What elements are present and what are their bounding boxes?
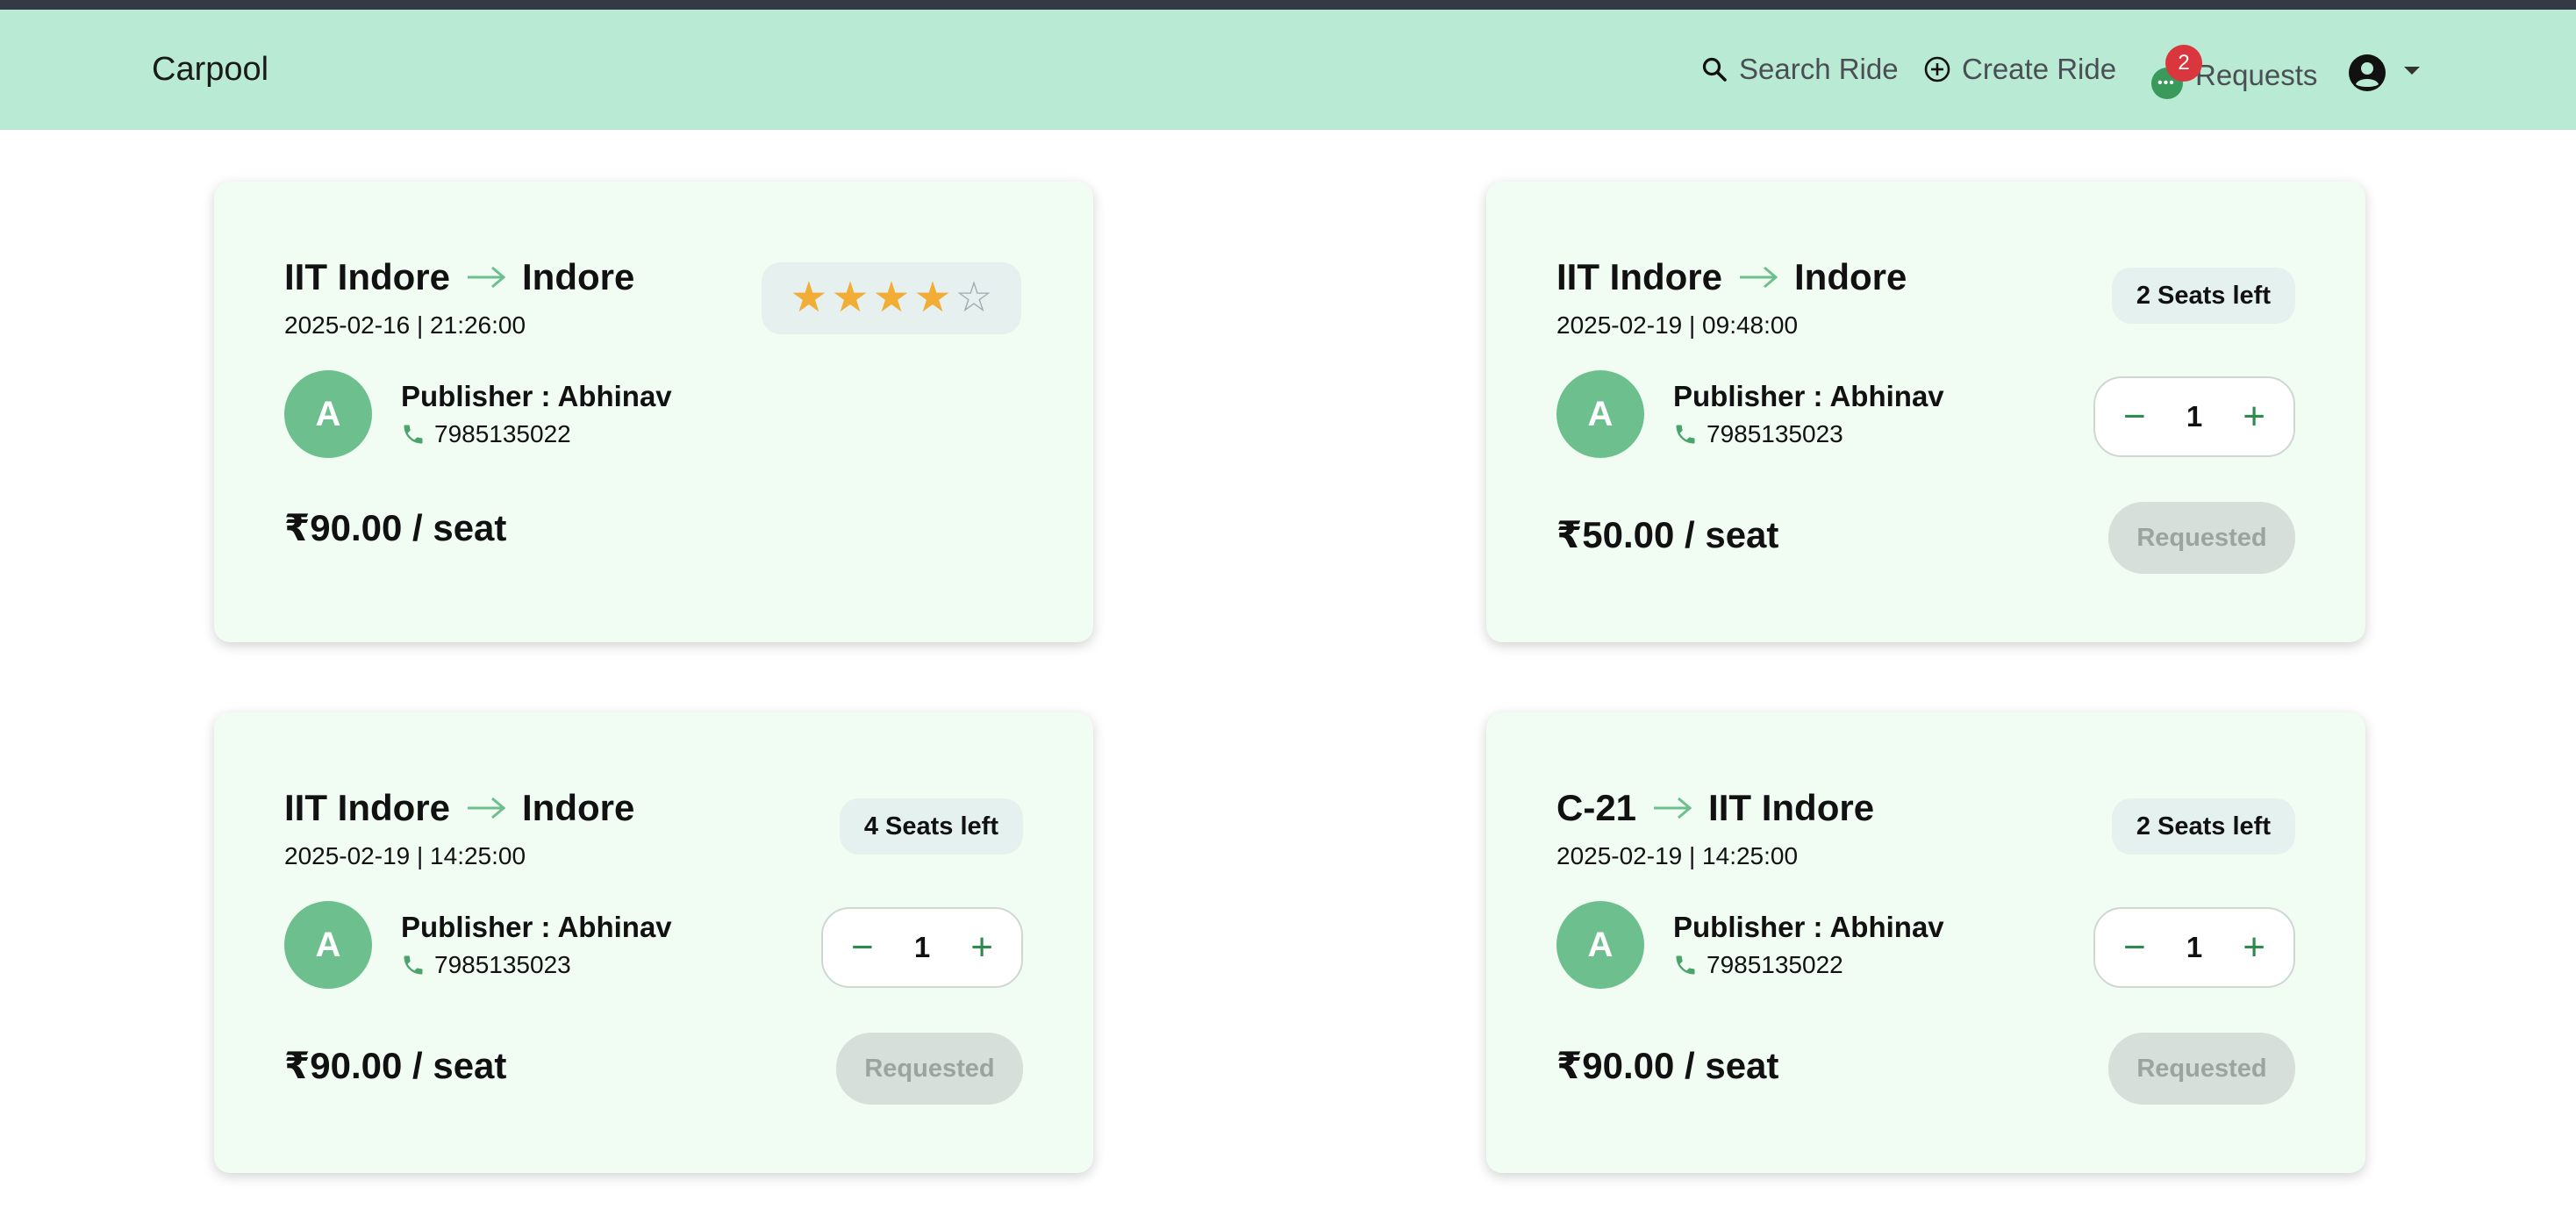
phone-number: 7985135023: [1707, 420, 1843, 447]
ride-route: IIT Indore Indore: [284, 787, 634, 829]
route-from: IIT Indore: [284, 256, 450, 297]
publisher-name: Publisher : Abhinav: [1673, 911, 1944, 943]
seats-left-badge: 2 Seats left: [2111, 798, 2295, 855]
nav-create-ride[interactable]: Create Ride: [1923, 43, 2116, 96]
star-icon: ★: [913, 275, 952, 321]
publisher-name: Publisher : Abhinav: [401, 380, 672, 412]
ride-datetime: 2025-02-19 | 14:25:00: [284, 842, 526, 869]
avatar: A: [284, 901, 372, 989]
account-dropdown[interactable]: [2348, 48, 2420, 97]
plus-circle-icon: [1924, 56, 1950, 82]
ride-price: ₹90.00 / seat: [284, 507, 507, 548]
seat-quantity-value: 1: [2186, 400, 2203, 433]
ride-price: ₹50.00 / seat: [1556, 514, 1779, 555]
route-to: Indore: [522, 787, 635, 828]
nav-requests[interactable]: ••• 2 Requests: [2151, 45, 2318, 102]
star-icon: ★: [790, 275, 828, 321]
requests-count-badge: 2: [2165, 45, 2202, 82]
phone-icon: [404, 425, 423, 444]
navbar: Carpool Search Ride Create Ride ••• 2 Re…: [0, 10, 2576, 130]
user-circle-icon: [2349, 54, 2386, 91]
increment-button[interactable]: +: [2243, 397, 2265, 436]
route-to: Indore: [522, 256, 635, 297]
nav-create-label: Create Ride: [1962, 53, 2117, 85]
arrow-right-icon: [1654, 797, 1692, 819]
phone-number: 7985135022: [1707, 951, 1843, 978]
ride-card: IIT Indore Indore 2025-02-19 | 09:48:00 …: [1486, 182, 2365, 642]
phone-icon: [404, 955, 423, 975]
route-to: Indore: [1794, 256, 1907, 297]
phone-number: 7985135023: [434, 951, 571, 978]
arrow-right-icon: [468, 266, 506, 289]
requested-button[interactable]: Requested: [2108, 502, 2295, 574]
ride-route: IIT Indore Indore: [284, 256, 634, 298]
decrement-button[interactable]: −: [851, 928, 874, 967]
chat-bubble-icon: ••• 2: [2151, 45, 2202, 99]
ride-card: IIT Indore Indore 2025-02-19 | 14:25:00 …: [214, 712, 1093, 1173]
route-from: C-21: [1556, 787, 1637, 828]
route-to: IIT Indore: [1708, 787, 1875, 828]
ride-card: IIT Indore Indore 2025-02-16 | 21:26:00 …: [214, 182, 1093, 642]
decrement-button[interactable]: −: [2123, 397, 2146, 436]
route-from: IIT Indore: [284, 787, 450, 828]
ride-datetime: 2025-02-16 | 21:26:00: [284, 311, 526, 339]
star-icon: ★: [872, 275, 911, 321]
seat-quantity-value: 1: [913, 931, 931, 963]
seats-left-badge: 4 Seats left: [839, 798, 1023, 855]
seat-quantity-stepper: − 1 +: [821, 907, 1023, 988]
ride-datetime: 2025-02-19 | 14:25:00: [1556, 842, 1799, 869]
decrement-button[interactable]: −: [2123, 928, 2146, 967]
increment-button[interactable]: +: [2243, 928, 2265, 967]
arrow-right-icon: [468, 797, 506, 819]
star-icon: ☆: [955, 275, 993, 321]
requested-button[interactable]: Requested: [2108, 1033, 2295, 1105]
ride-route: C-21 IIT Indore: [1556, 787, 1874, 829]
seat-quantity-value: 1: [2186, 931, 2203, 963]
publisher-name: Publisher : Abhinav: [1673, 380, 1944, 412]
seat-quantity-stepper: − 1 +: [2093, 376, 2295, 457]
arrow-right-icon: [1740, 266, 1778, 289]
phone-icon: [1676, 425, 1695, 444]
nav-search-ride[interactable]: Search Ride: [1700, 43, 1899, 96]
avatar: A: [1556, 901, 1644, 989]
requested-button[interactable]: Requested: [836, 1033, 1023, 1105]
chevron-down-icon: [2404, 66, 2420, 75]
avatar: A: [1556, 370, 1644, 458]
ride-route: IIT Indore Indore: [1556, 256, 1907, 298]
ride-price: ₹90.00 / seat: [284, 1045, 507, 1086]
avatar: A: [284, 370, 372, 458]
seat-quantity-stepper: − 1 +: [2093, 907, 2295, 988]
nav-search-label: Search Ride: [1739, 53, 1899, 85]
publisher-phone: 7985135022: [401, 420, 571, 448]
ride-datetime: 2025-02-19 | 09:48:00: [1556, 311, 1799, 339]
search-icon: [1702, 57, 1727, 82]
nav-requests-label: Requests: [2195, 59, 2318, 91]
star-icon: ★: [831, 275, 869, 321]
publisher-phone: 7985135023: [401, 951, 571, 979]
phone-number: 7985135022: [434, 420, 571, 447]
ride-card: C-21 IIT Indore 2025-02-19 | 14:25:00 A …: [1486, 712, 2365, 1173]
browser-top-strip: [0, 0, 2576, 10]
publisher-phone: 7985135023: [1673, 420, 1843, 448]
publisher-name: Publisher : Abhinav: [401, 911, 672, 943]
publisher-phone: 7985135022: [1673, 951, 1843, 979]
brand-logo[interactable]: Carpool: [152, 51, 268, 89]
ride-price: ₹90.00 / seat: [1556, 1045, 1779, 1086]
phone-icon: [1676, 955, 1695, 975]
seats-left-badge: 2 Seats left: [2111, 268, 2295, 324]
increment-button[interactable]: +: [970, 928, 993, 967]
star-rating: ★ ★ ★ ★ ☆: [762, 262, 1021, 334]
route-from: IIT Indore: [1556, 256, 1722, 297]
